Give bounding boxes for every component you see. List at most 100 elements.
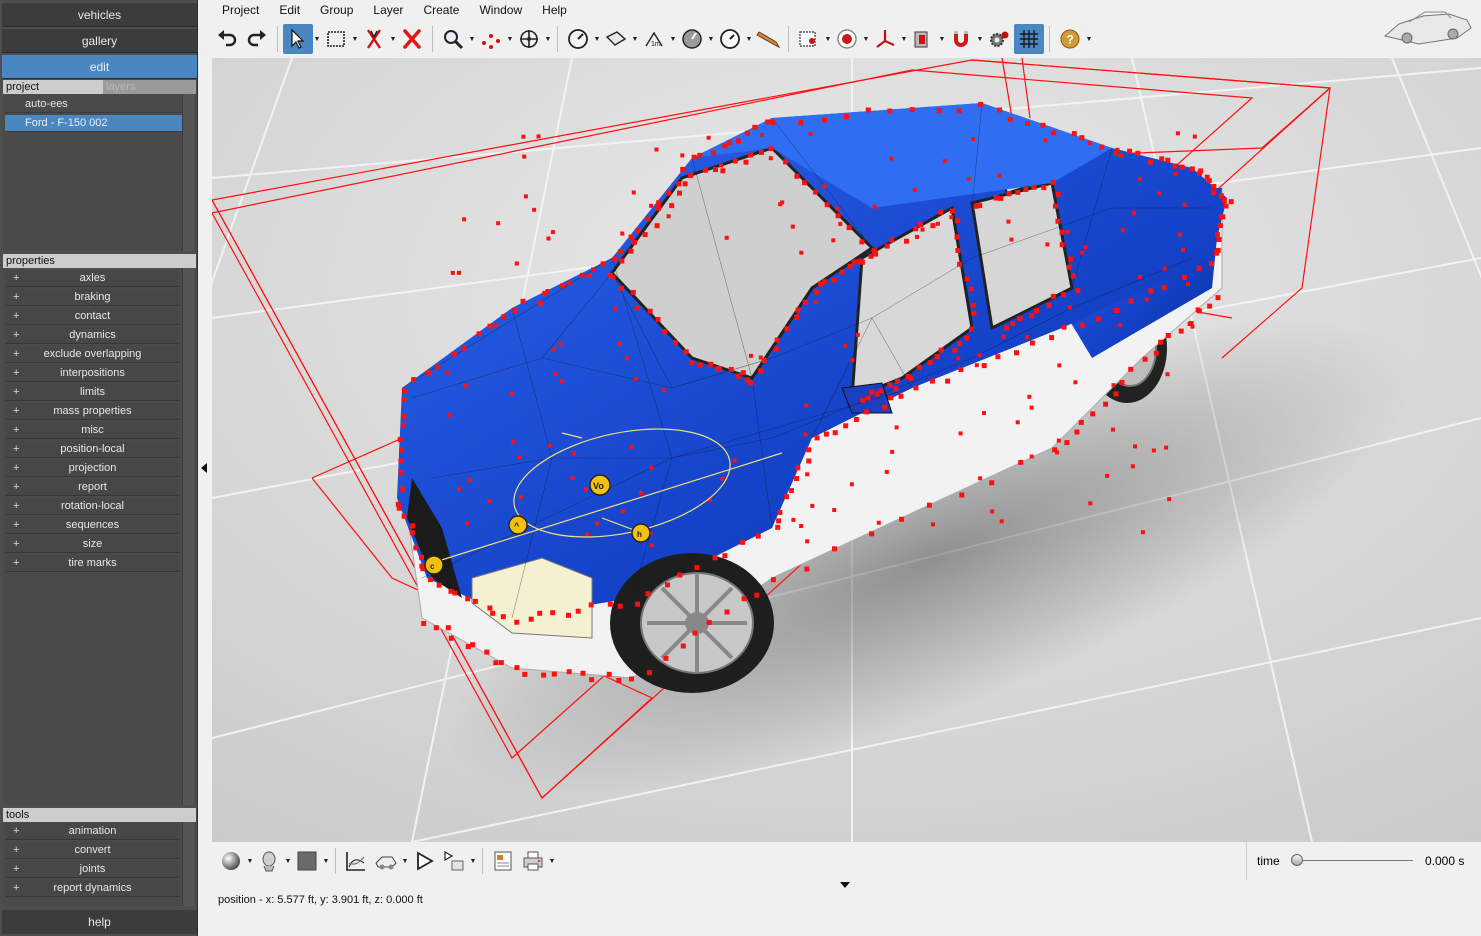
mesh-vertex[interactable] <box>968 286 974 292</box>
expand-plus-icon[interactable]: + <box>13 479 19 496</box>
mesh-vertex[interactable] <box>1148 288 1154 294</box>
mesh-vertex[interactable] <box>639 490 643 495</box>
expand-plus-icon[interactable]: + <box>13 460 19 477</box>
mesh-vertex[interactable] <box>1137 177 1142 182</box>
mesh-vertex[interactable] <box>740 370 746 376</box>
mesh-vertex[interactable] <box>1057 363 1062 368</box>
mesh-vertex[interactable] <box>956 108 962 114</box>
speed-gauge-icon[interactable] <box>563 24 593 54</box>
mesh-vertex[interactable] <box>843 344 848 348</box>
mesh-vertex[interactable] <box>550 610 556 616</box>
mesh-vertex[interactable] <box>1131 210 1136 215</box>
mesh-vertex[interactable] <box>514 261 519 266</box>
mesh-vertex[interactable] <box>662 329 668 335</box>
mesh-vertex[interactable] <box>758 368 764 374</box>
expand-plus-icon[interactable]: + <box>13 327 19 344</box>
property-rotation-local[interactable]: + rotation-local <box>6 498 179 515</box>
mesh-vertex[interactable] <box>869 531 875 537</box>
menu-create[interactable]: Create <box>413 0 469 20</box>
mesh-vertex[interactable] <box>635 228 641 234</box>
mesh-vertex[interactable] <box>874 391 880 397</box>
mesh-vertex[interactable] <box>517 455 522 460</box>
mesh-vertex[interactable] <box>566 280 572 286</box>
mesh-vertex[interactable] <box>1001 334 1006 339</box>
mesh-vertex[interactable] <box>835 213 841 219</box>
property-sequences[interactable]: + sequences <box>6 517 179 534</box>
expand-plus-icon[interactable]: + <box>13 517 19 534</box>
mesh-vertex[interactable] <box>795 465 801 471</box>
mesh-vertex[interactable] <box>905 374 911 379</box>
mesh-vertex[interactable] <box>496 221 501 226</box>
mesh-vertex[interactable] <box>982 411 986 415</box>
mesh-vertex[interactable] <box>977 353 982 358</box>
mesh-vertex[interactable] <box>1110 427 1115 432</box>
mesh-vertex[interactable] <box>589 677 595 683</box>
mesh-vertex[interactable] <box>813 300 818 305</box>
mesh-vertex[interactable] <box>514 665 520 671</box>
mesh-vertex[interactable] <box>1099 144 1105 150</box>
mesh-vertex[interactable] <box>720 476 725 481</box>
mesh-vertex[interactable] <box>575 608 581 614</box>
mesh-vertex[interactable] <box>776 518 782 524</box>
mesh-vertex[interactable] <box>1217 223 1223 229</box>
mesh-vertex[interactable] <box>1053 203 1058 209</box>
mesh-vertex[interactable] <box>884 243 890 249</box>
mesh-vertex[interactable] <box>1029 340 1035 346</box>
tool-report-dynamics[interactable]: + report dynamics <box>6 880 179 897</box>
mesh-vertex[interactable] <box>1031 184 1037 190</box>
mesh-vertex[interactable] <box>647 308 653 314</box>
properties-scrollbar[interactable] <box>182 268 194 805</box>
mesh-vertex[interactable] <box>893 386 899 392</box>
mesh-vertex[interactable] <box>553 372 558 377</box>
mesh-vertex[interactable] <box>814 435 820 441</box>
mesh-vertex[interactable] <box>1079 322 1085 328</box>
mesh-vertex[interactable] <box>487 605 493 611</box>
mesh-vertex[interactable] <box>804 403 809 408</box>
mesh-vertex[interactable] <box>1214 232 1220 238</box>
mesh-vertex[interactable] <box>835 206 840 211</box>
mesh-vertex[interactable] <box>1029 454 1034 459</box>
property-report[interactable]: + report <box>6 479 179 496</box>
playlist-dropdown-icon[interactable]: ▼ <box>469 846 477 876</box>
mesh-vertex[interactable] <box>804 566 810 572</box>
mesh-vertex[interactable] <box>956 356 961 361</box>
mesh-vertex[interactable] <box>865 107 871 113</box>
mesh-vertex[interactable] <box>688 173 694 179</box>
mesh-vertex[interactable] <box>426 370 431 376</box>
mesh-vertex[interactable] <box>1213 250 1219 256</box>
mesh-vertex[interactable] <box>931 522 935 527</box>
mesh-vertex[interactable] <box>843 423 849 429</box>
mesh-vertex[interactable] <box>1018 459 1024 465</box>
mesh-vertex[interactable] <box>777 509 783 515</box>
mesh-vertex[interactable] <box>1009 237 1014 242</box>
mesh-vertex[interactable] <box>456 270 461 275</box>
mesh-vertex[interactable] <box>1075 288 1081 294</box>
mesh-vertex[interactable] <box>521 134 526 139</box>
mesh-vertex[interactable] <box>744 130 750 136</box>
mesh-vertex[interactable] <box>813 189 819 195</box>
mesh-vertex[interactable] <box>501 314 507 320</box>
mesh-vertex[interactable] <box>518 495 523 499</box>
mesh-vertex[interactable] <box>768 156 773 161</box>
undo-icon[interactable] <box>212 24 242 54</box>
expand-plus-icon[interactable]: + <box>13 823 19 840</box>
mesh-vertex[interactable] <box>989 480 995 486</box>
mesh-vertex[interactable] <box>560 379 565 384</box>
mesh-vertex[interactable] <box>400 422 406 428</box>
mesh-vertex[interactable] <box>566 612 571 618</box>
property-projection[interactable]: + projection <box>6 460 179 477</box>
mesh-vertex[interactable] <box>977 203 983 209</box>
mesh-vertex[interactable] <box>799 524 804 528</box>
box-select-dropdown-icon[interactable]: ▼ <box>351 24 359 54</box>
mesh-vertex[interactable] <box>898 393 904 399</box>
mesh-vertex[interactable] <box>895 378 900 384</box>
head-view-icon[interactable] <box>254 846 284 876</box>
mesh-vertex[interactable] <box>1051 130 1057 136</box>
expand-plus-icon[interactable]: + <box>13 346 19 363</box>
mesh-vertex[interactable] <box>583 487 588 492</box>
mesh-vertex[interactable] <box>936 108 942 114</box>
mesh-vertex[interactable] <box>618 286 624 291</box>
mesh-vertex[interactable] <box>631 190 636 195</box>
mesh-vertex[interactable] <box>401 397 407 402</box>
mesh-vertex[interactable] <box>978 476 983 481</box>
